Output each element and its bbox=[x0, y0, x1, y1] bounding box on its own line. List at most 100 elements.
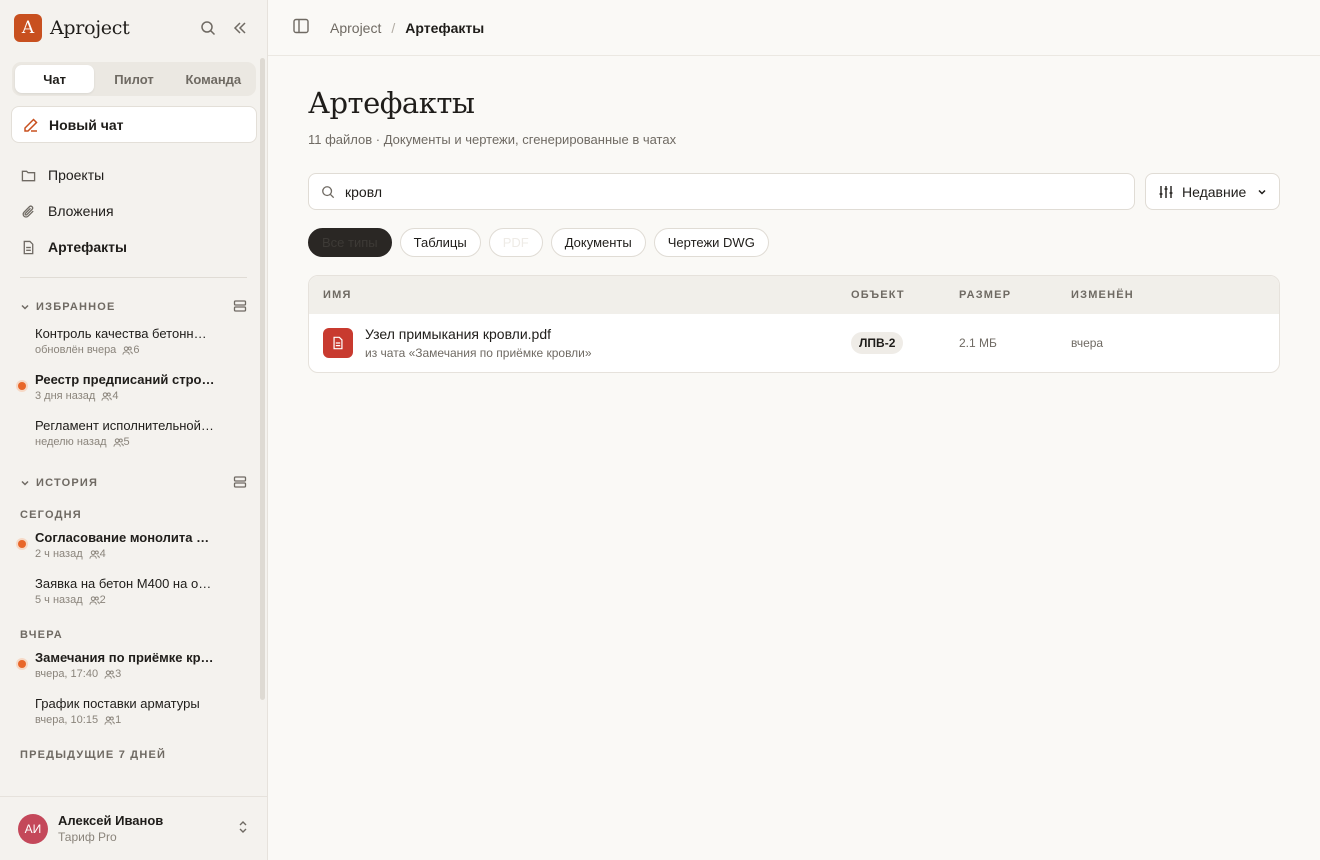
people-icon bbox=[112, 437, 124, 447]
stack-icon[interactable] bbox=[233, 475, 247, 492]
col-object[interactable]: ОБЪЕКТ bbox=[851, 289, 959, 301]
chat-time: 2 ч назад bbox=[35, 548, 83, 560]
search-input[interactable] bbox=[345, 183, 1122, 200]
search-box[interactable] bbox=[308, 173, 1135, 210]
chevron-down-icon bbox=[1258, 189, 1266, 195]
favorites-title: ИЗБРАННОЕ bbox=[36, 301, 116, 313]
chat-item[interactable]: Регламент исполнительной документации нед… bbox=[0, 414, 267, 460]
chat-people-count: 4 bbox=[112, 390, 119, 402]
chevron-updown-icon bbox=[237, 820, 249, 837]
sidebar-scrollbar[interactable] bbox=[260, 58, 265, 700]
col-modified[interactable]: ИЗМЕНЁН bbox=[1071, 289, 1279, 301]
chat-title: Замечания по приёмке кровли bbox=[35, 650, 215, 665]
type-filter-chips: Все типы Таблицы PDF Документы Чертежи D… bbox=[308, 228, 1280, 257]
app-window: A Aproject Чат Пилот Команда Новый чат П… bbox=[0, 0, 1320, 860]
people-icon bbox=[101, 391, 113, 401]
chat-time: неделю назад bbox=[35, 436, 107, 448]
chat-time: обновлён вчера bbox=[35, 344, 117, 356]
chat-item[interactable]: Согласование монолита секции 2 ч назад 4 bbox=[0, 526, 267, 572]
history-group-label: СЕГОДНЯ bbox=[20, 509, 82, 521]
chip-tables[interactable]: Таблицы bbox=[399, 228, 481, 257]
file-name: Узел примыкания кровли.pdf bbox=[365, 326, 552, 342]
history-group-label: ПРЕДЫДУЩИЕ 7 ДНЕЙ bbox=[20, 749, 167, 760]
file-source: из чата «Замечания по приёмке кровли» bbox=[365, 346, 592, 360]
sort-label: Недавние bbox=[1182, 183, 1247, 200]
object-badge: ЛПВ-2 bbox=[851, 332, 904, 354]
chat-people-count: 2 bbox=[99, 594, 106, 606]
favorites-list: Контроль качества бетонных работ обновлён… bbox=[0, 322, 267, 460]
sidebar-item-projects[interactable]: Проекты bbox=[0, 157, 267, 193]
artifacts-table: ИМЯ ОБЪЕКТ РАЗМЕР ИЗМЕНЁН Узел примыкани… bbox=[308, 275, 1280, 373]
sidebar-item-artifacts[interactable]: Артефакты bbox=[0, 229, 267, 265]
sidebar-toggle-icon[interactable] bbox=[292, 17, 310, 38]
new-chat-button[interactable]: Новый чат bbox=[11, 106, 257, 143]
chat-time: 3 дня назад bbox=[35, 390, 96, 402]
pencil-icon bbox=[24, 117, 38, 132]
search-icon[interactable] bbox=[195, 15, 221, 41]
sort-dropdown[interactable]: Недавние bbox=[1145, 173, 1280, 210]
file-modified: вчера bbox=[1071, 336, 1104, 350]
chip-documents[interactable]: Документы bbox=[550, 228, 646, 257]
sidebar-item-attachments[interactable]: Вложения bbox=[0, 193, 267, 229]
chat-item[interactable]: График поставки арматуры вчера, 10:15 1 bbox=[0, 692, 267, 738]
collapse-sidebar-icon[interactable] bbox=[227, 15, 253, 41]
chat-item[interactable]: Контроль качества бетонных работ обновлён… bbox=[0, 322, 267, 368]
chat-item[interactable]: Реестр предписаний стройконтроля 3 дня на… bbox=[0, 368, 267, 414]
favorites-header[interactable]: ИЗБРАННОЕ bbox=[0, 292, 267, 322]
sidebar: A Aproject Чат Пилот Команда Новый чат П… bbox=[0, 0, 268, 860]
filter-row: Недавние bbox=[308, 173, 1280, 210]
tab-chat[interactable]: Чат bbox=[15, 65, 95, 93]
user-plan: Тариф Pro bbox=[58, 830, 117, 844]
document-icon bbox=[23, 240, 34, 254]
chat-title: Контроль качества бетонных работ bbox=[35, 326, 215, 341]
chat-people-count: 3 bbox=[115, 668, 122, 680]
table-row[interactable]: Узел примыкания кровли.pdf из чата «Заме… bbox=[309, 314, 1279, 372]
sliders-icon bbox=[1159, 185, 1173, 198]
chevron-down-icon bbox=[20, 302, 30, 312]
paperclip-icon bbox=[22, 205, 34, 218]
people-icon bbox=[122, 345, 134, 355]
chat-title: Согласование монолита секции bbox=[35, 530, 215, 545]
pdf-file-icon bbox=[323, 328, 353, 358]
chat-people-count: 4 bbox=[99, 548, 106, 560]
chip-pdf[interactable]: PDF bbox=[488, 228, 543, 257]
page-subtitle: 11 файлов · Документы и чертежи, сгенери… bbox=[308, 132, 677, 147]
table-header: ИМЯ ОБЪЕКТ РАЗМЕР ИЗМЕНЁН bbox=[309, 276, 1279, 314]
chat-item[interactable]: Заявка на бетон М400 на объект 5 ч назад 2 bbox=[0, 572, 267, 618]
history-title: ИСТОРИЯ bbox=[36, 477, 99, 489]
topbar: Aproject / Артефакты bbox=[268, 0, 1320, 56]
chat-people-count: 6 bbox=[133, 344, 140, 356]
stack-icon[interactable] bbox=[233, 299, 247, 316]
chip-all-types[interactable]: Все типы bbox=[308, 228, 392, 257]
unread-dot bbox=[18, 382, 26, 390]
user-menu[interactable]: АИ Алексей Иванов Тариф Pro bbox=[0, 796, 267, 860]
people-icon bbox=[104, 715, 115, 725]
search-icon bbox=[322, 185, 335, 198]
tab-team[interactable]: Команда bbox=[174, 65, 253, 93]
folder-icon bbox=[21, 170, 36, 181]
chip-dwg[interactable]: Чертежи DWG bbox=[653, 228, 769, 257]
app-logo: A bbox=[14, 14, 42, 42]
col-size[interactable]: РАЗМЕР bbox=[959, 289, 1071, 301]
history-header[interactable]: ИСТОРИЯ bbox=[0, 468, 267, 498]
sidebar-item-label: Вложения bbox=[48, 203, 114, 219]
col-name[interactable]: ИМЯ bbox=[309, 289, 851, 301]
chat-time: вчера, 17:40 bbox=[35, 668, 99, 680]
chat-time: 5 ч назад bbox=[35, 594, 83, 606]
tab-pilot[interactable]: Пилот bbox=[94, 65, 173, 93]
file-size: 2.1 МБ bbox=[959, 336, 997, 350]
chevron-down-icon bbox=[20, 478, 30, 488]
unread-dot bbox=[18, 540, 26, 548]
people-icon bbox=[89, 595, 100, 605]
people-icon bbox=[104, 669, 115, 679]
chat-people-count: 5 bbox=[123, 436, 130, 448]
chat-title: Заявка на бетон М400 на объект bbox=[35, 576, 215, 591]
new-chat-label: Новый чат bbox=[49, 116, 124, 133]
history-list: СЕГОДНЯ Согласование монолита секции 2 ч н… bbox=[0, 498, 267, 760]
mode-switch: Чат Пилот Команда bbox=[12, 62, 256, 96]
breadcrumb-root[interactable]: Aproject bbox=[330, 20, 381, 36]
chat-item[interactable]: Замечания по приёмке кровли вчера, 17:40 3 bbox=[0, 646, 267, 692]
chat-title: Реестр предписаний стройконтроля bbox=[35, 372, 215, 387]
sidebar-item-label: Проекты bbox=[48, 167, 105, 183]
sidebar-nav: Проекты Вложения Артефакты bbox=[0, 157, 267, 265]
